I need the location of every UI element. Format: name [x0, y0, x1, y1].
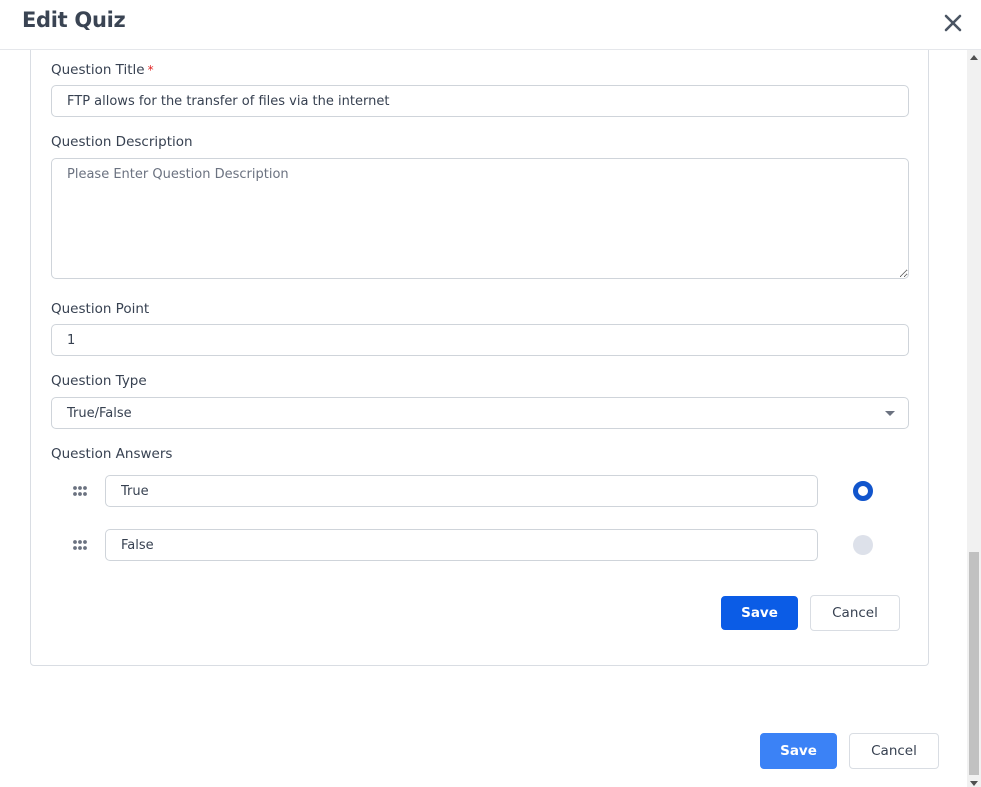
required-mark: * — [147, 63, 154, 77]
answer-row — [31, 475, 930, 507]
chevron-down-icon — [885, 411, 895, 416]
answer-input-true[interactable] — [105, 475, 818, 507]
correct-answer-radio-false[interactable] — [853, 535, 873, 555]
edit-quiz-modal: Edit Quiz Question Title* Question Descr… — [0, 0, 981, 787]
drag-handle-icon[interactable] — [72, 485, 88, 497]
question-point-input[interactable] — [51, 324, 909, 356]
close-icon — [944, 14, 962, 32]
scroll-up-arrow-icon[interactable] — [970, 55, 978, 60]
question-type-select[interactable]: True/False — [51, 397, 909, 429]
close-button[interactable] — [940, 10, 966, 36]
correct-answer-radio-true[interactable] — [853, 481, 873, 501]
drag-handle-icon[interactable] — [72, 539, 88, 551]
modal-title: Edit Quiz — [22, 8, 126, 32]
question-editor-card: Question Title* Question Description Que… — [30, 50, 929, 666]
answer-input-false[interactable] — [105, 529, 818, 561]
question-answers-label: Question Answers — [51, 446, 173, 462]
footer-cancel-button[interactable]: Cancel — [849, 733, 939, 769]
footer-save-button[interactable]: Save — [760, 733, 837, 769]
vertical-scrollbar[interactable] — [967, 50, 981, 787]
question-description-label: Question Description — [51, 134, 193, 150]
question-type-value: True/False — [67, 405, 132, 421]
modal-header: Edit Quiz — [0, 0, 981, 50]
question-type-label: Question Type — [51, 373, 147, 389]
modal-body: Question Title* Question Description Que… — [0, 50, 967, 787]
answer-row — [31, 529, 930, 561]
scrollbar-thumb[interactable] — [969, 552, 979, 775]
question-description-textarea[interactable] — [51, 158, 909, 279]
question-point-label: Question Point — [51, 301, 150, 317]
question-title-label: Question Title * — [51, 62, 154, 78]
question-title-input[interactable] — [51, 85, 909, 117]
scroll-down-arrow-icon[interactable] — [970, 781, 978, 786]
question-cancel-button[interactable]: Cancel — [810, 595, 900, 631]
question-save-button[interactable]: Save — [721, 596, 798, 630]
